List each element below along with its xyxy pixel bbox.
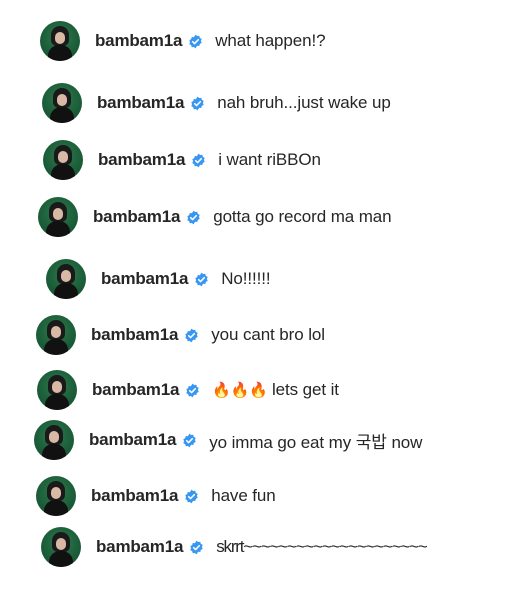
- comment-row: bambam1a 🔥🔥🔥 lets get it: [37, 368, 339, 412]
- comment-text: No!!!!!!: [221, 269, 271, 288]
- verified-badge-icon: [186, 383, 199, 397]
- comment-text: you cant bro lol: [211, 325, 325, 344]
- verified-badge-icon: [192, 153, 205, 167]
- comment-row: bambam1a have fun: [36, 474, 276, 518]
- avatar[interactable]: [46, 259, 86, 299]
- username[interactable]: bambam1a: [91, 486, 178, 506]
- avatar[interactable]: [34, 420, 74, 460]
- verified-badge-icon: [185, 489, 198, 503]
- avatar[interactable]: [38, 197, 78, 237]
- comment-row: bambam1a skrrt~~~~~~~~~~~~~~~~~~~~~: [41, 525, 428, 569]
- fire-emoji: 🔥🔥🔥: [212, 381, 268, 399]
- avatar[interactable]: [43, 140, 83, 180]
- comment-text: what happen!?: [215, 31, 326, 50]
- verified-badge-icon: [190, 540, 203, 554]
- comment-text: i want riBBOn: [218, 150, 321, 169]
- comment-text: yo imma go eat my 국밥 now: [209, 432, 423, 452]
- username[interactable]: bambam1a: [95, 31, 182, 51]
- comment-row: bambam1a yo imma go eat my 국밥 now: [34, 418, 422, 462]
- username[interactable]: bambam1a: [89, 430, 176, 450]
- comment-row: bambam1a i want riBBOn: [43, 138, 321, 182]
- username[interactable]: bambam1a: [91, 325, 178, 345]
- username[interactable]: bambam1a: [92, 380, 179, 400]
- verified-badge-icon: [195, 272, 208, 286]
- verified-badge-icon: [185, 328, 198, 342]
- comment-text: have fun: [211, 486, 276, 505]
- verified-badge-icon: [191, 96, 204, 110]
- avatar[interactable]: [40, 21, 80, 61]
- comment-text-body: lets get it: [271, 380, 339, 399]
- username[interactable]: bambam1a: [98, 150, 185, 170]
- comment-text: 🔥🔥🔥 lets get it: [212, 380, 339, 400]
- username[interactable]: bambam1a: [93, 207, 180, 227]
- username[interactable]: bambam1a: [101, 269, 188, 289]
- comment-row: bambam1a No!!!!!!: [46, 257, 271, 301]
- avatar[interactable]: [37, 370, 77, 410]
- avatar[interactable]: [36, 476, 76, 516]
- verified-badge-icon: [187, 210, 200, 224]
- comment-row: bambam1a gotta go record ma man: [38, 195, 392, 239]
- comment-row: bambam1a what happen!?: [40, 19, 326, 63]
- comment-text: gotta go record ma man: [213, 207, 392, 226]
- comment-row: bambam1a nah bruh...just wake up: [42, 81, 391, 125]
- avatar[interactable]: [41, 527, 81, 567]
- comment-text: nah bruh...just wake up: [217, 93, 391, 112]
- avatar[interactable]: [42, 83, 82, 123]
- verified-badge-icon: [183, 433, 196, 447]
- verified-badge-icon: [189, 34, 202, 48]
- avatar[interactable]: [36, 315, 76, 355]
- comment-text: skrrt~~~~~~~~~~~~~~~~~~~~~: [216, 537, 428, 556]
- comment-row: bambam1a you cant bro lol: [36, 313, 325, 357]
- username[interactable]: bambam1a: [97, 93, 184, 113]
- username[interactable]: bambam1a: [96, 537, 183, 557]
